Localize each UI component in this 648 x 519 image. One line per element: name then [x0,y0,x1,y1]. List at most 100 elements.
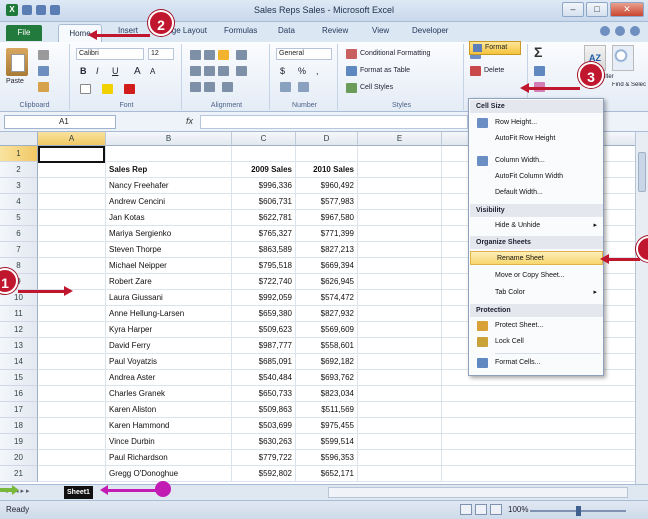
cell-a[interactable] [38,194,106,210]
cell-sales-rep[interactable]: Paul Richardson [106,450,232,466]
column-header-e[interactable]: E [358,132,442,146]
row-header[interactable]: 14 [0,354,38,370]
cell-2010-sales[interactable]: $652,171 [296,466,358,482]
cell-2010-sales[interactable]: $693,762 [296,370,358,386]
cell-sales-rep[interactable]: Anne Hellung-Larsen [106,306,232,322]
sheet-tab-1[interactable]: Sheet1 [64,486,93,499]
menu-autofit-row-height[interactable]: AutoFit Row Height [495,132,603,146]
cell-sales-rep[interactable]: Kyra Harper [106,322,232,338]
cell-2009-sales[interactable]: $863,589 [232,242,296,258]
menu-move-copy-sheet[interactable]: Move or Copy Sheet... [495,269,603,283]
borders-icon[interactable] [80,84,91,94]
minimize-ribbon-icon[interactable] [600,26,610,36]
copy-icon[interactable] [38,66,49,76]
cell-a[interactable] [38,434,106,450]
column-header-b[interactable]: B [106,132,232,146]
format-painter-icon[interactable] [38,82,49,92]
paste-button[interactable]: Paste [6,78,24,85]
tab-formulas[interactable]: Formulas [224,26,257,35]
cell-e[interactable] [358,146,442,162]
vertical-scrollbar[interactable] [635,132,648,484]
cell-a[interactable] [38,306,106,322]
cell-2010-sales[interactable]: $692,182 [296,354,358,370]
insert-function-button[interactable]: fx [186,116,193,126]
menu-autofit-column-width[interactable]: AutoFit Column Width [495,170,603,184]
row-header[interactable]: 4 [0,194,38,210]
menu-hide-unhide[interactable]: Hide & Unhide ▸ [495,219,603,233]
align-bottom-icon[interactable] [218,50,229,60]
formula-input[interactable] [200,115,468,129]
align-top-icon[interactable] [190,50,201,60]
fill-color-icon[interactable] [102,84,113,94]
cell-e[interactable] [358,434,442,450]
cell-sales-rep[interactable]: Charles Granek [106,386,232,402]
cell-styles-button[interactable]: Cell Styles [360,84,393,91]
menu-lock-cell[interactable]: Lock Cell [495,335,603,349]
cell-e[interactable] [358,194,442,210]
cell-2009-sales[interactable]: $992,059 [232,290,296,306]
cell-e[interactable] [358,466,442,482]
cell-2010-sales[interactable]: $599,514 [296,434,358,450]
cell-2009-sales[interactable]: $659,380 [232,306,296,322]
increase-decimal-icon[interactable] [280,82,291,92]
row-header[interactable]: 21 [0,466,38,482]
cell-sales-rep[interactable]: Steven Thorpe [106,242,232,258]
align-middle-icon[interactable] [204,50,215,60]
maximize-icon[interactable]: □ [586,2,608,17]
cell-2009-sales[interactable]: $685,091 [232,354,296,370]
cell-e[interactable] [358,210,442,226]
bold-button[interactable]: B [80,66,87,76]
cell-2009-sales[interactable]: $592,802 [232,466,296,482]
cell-2009-sales[interactable]: $622,781 [232,210,296,226]
autosum-button[interactable]: Σ [534,44,542,60]
cell-e[interactable] [358,162,442,178]
cell-2010-sales[interactable] [296,146,358,162]
cell-a[interactable] [38,162,106,178]
cell-2010-sales[interactable]: $626,945 [296,274,358,290]
delete-cells-button[interactable]: Delete [484,67,504,74]
cell-sales-rep[interactable]: Karen Hammond [106,418,232,434]
cell-2009-sales[interactable]: $996,336 [232,178,296,194]
cell-e[interactable] [358,386,442,402]
row-header[interactable]: 18 [0,418,38,434]
cell-e[interactable] [358,258,442,274]
row-header[interactable]: 16 [0,386,38,402]
tab-review[interactable]: Review [322,26,348,35]
cell-e[interactable] [358,306,442,322]
grow-font-button[interactable]: A [134,66,141,77]
page-layout-view-icon[interactable] [475,504,487,515]
find-select-button[interactable]: Find & Select [612,82,646,88]
shrink-font-button[interactable]: A [150,67,155,76]
cell-sales-rep[interactable]: Mariya Sergienko [106,226,232,242]
cell-2009-sales[interactable] [232,146,296,162]
font-color-icon[interactable] [124,84,135,94]
cell-f[interactable] [442,386,648,402]
row-header[interactable]: 5 [0,210,38,226]
tab-data[interactable]: Data [278,26,295,35]
row-header[interactable]: 7 [0,242,38,258]
minimize-icon[interactable]: – [562,2,584,17]
cell-a[interactable] [38,354,106,370]
column-header-a[interactable]: A [38,132,106,146]
wrap-text-icon[interactable] [236,50,247,60]
cell-a[interactable] [38,418,106,434]
cell-2010-sales[interactable]: $577,983 [296,194,358,210]
tab-developer[interactable]: Developer [412,26,448,35]
cell-2010-sales[interactable]: $771,399 [296,226,358,242]
cell-sales-rep[interactable]: David Ferry [106,338,232,354]
row-header[interactable]: 17 [0,402,38,418]
menu-format-cells[interactable]: Format Cells... [495,356,603,370]
column-header-c[interactable]: C [232,132,296,146]
cut-icon[interactable] [38,50,49,60]
cell-e[interactable] [358,354,442,370]
row-header[interactable]: 20 [0,450,38,466]
cell-2009-sales[interactable]: $630,263 [232,434,296,450]
horizontal-scrollbar[interactable] [328,487,628,498]
paste-icon[interactable] [6,48,28,76]
align-right-icon[interactable] [218,66,229,76]
font-name-select[interactable]: Calibri [76,48,144,60]
cell-a[interactable] [38,338,106,354]
cell-2010-sales[interactable]: $669,394 [296,258,358,274]
cell-sales-rep[interactable]: Gregg O'Donoghue [106,466,232,482]
currency-button[interactable]: $ [280,66,285,76]
